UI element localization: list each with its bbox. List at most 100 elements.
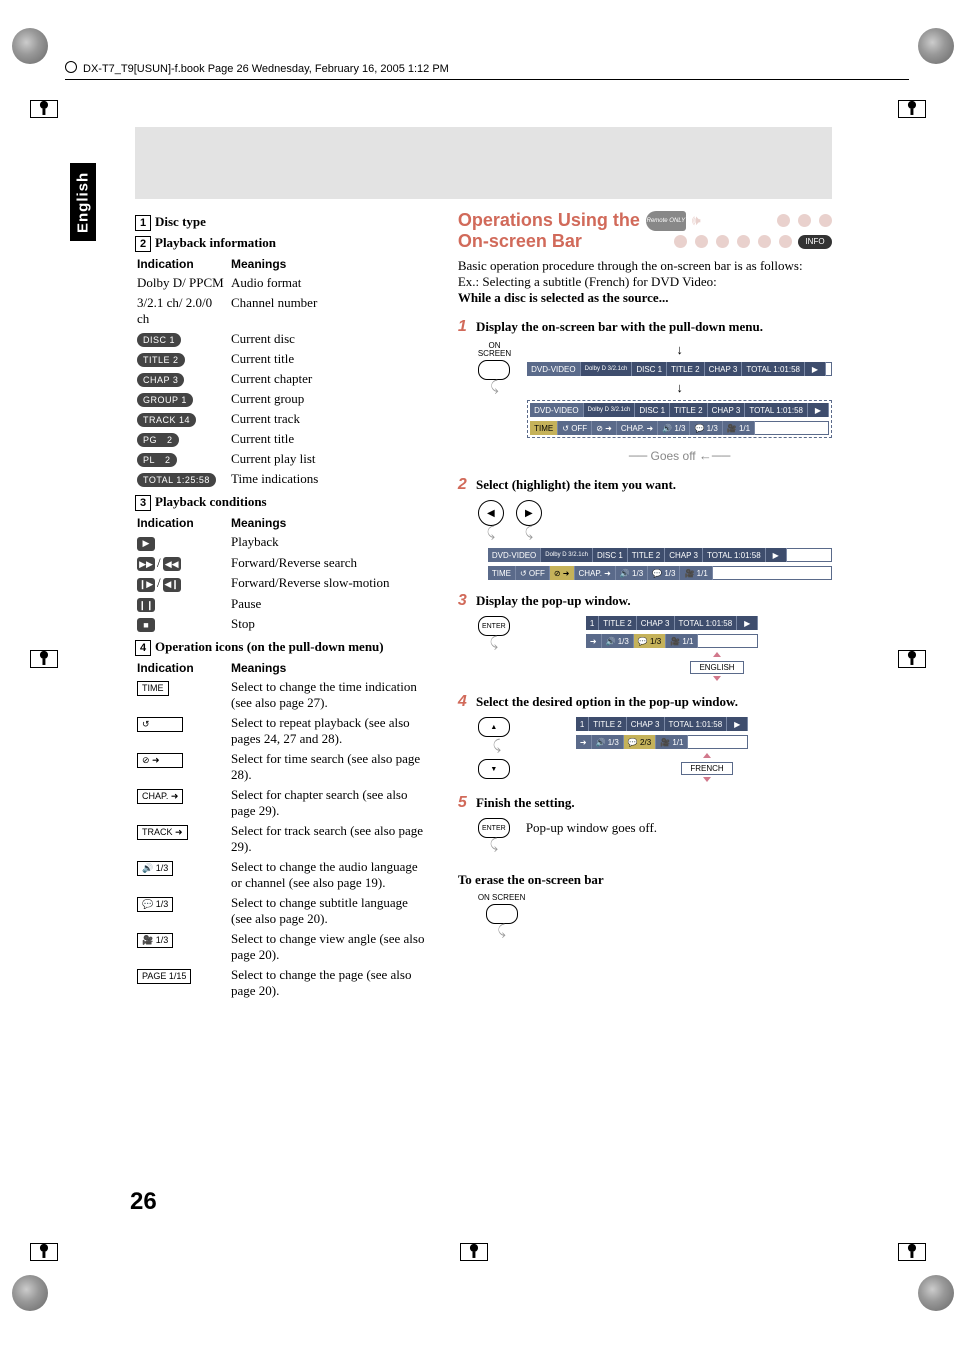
osd-bar-bottom: TIME ↺ OFF ⊘ ➜ CHAP. ➜ 🔊 1/3 💬 1/3 🎥 1/1 <box>530 421 829 435</box>
meaning: Pause <box>231 595 430 614</box>
osd-step3: 1 TITLE 2 CHAP 3 TOTAL 1:01:58 ▶ ➜ 🔊 1/3… <box>586 616 758 681</box>
triangle-up-icon <box>713 652 721 657</box>
osd-bar-bot-short: ➜ 🔊 1/3 💬 1/3 🎥 1/1 <box>586 634 758 648</box>
step-4-diagram: ▲ ⤹ ▼ 1 TITLE 2 CHAP 3 TOTAL 1:01:58 ▶ ➜… <box>478 717 832 782</box>
step-2-diagram: ◀⤹ ▶⤹ <box>478 500 832 542</box>
osd-bar-top: DVD-VIDEO Dolby D 3/2.1ch DISC 1 TITLE 2… <box>488 548 832 562</box>
osd-pill: TRACK 14 <box>137 413 196 427</box>
step-4: 4 Select the desired option in the pop-u… <box>458 693 832 711</box>
step-2: 2 Select (highlight) the item you want. <box>458 476 832 494</box>
cursor-up-button[interactable]: ▲ <box>478 717 510 737</box>
crop-mark: ⬤▮ <box>898 650 926 668</box>
sect-title: Disc type <box>155 214 206 229</box>
tracksearch-icon: TRACK ➜ <box>137 825 188 840</box>
osd-cell: CHAP 3 <box>627 717 665 731</box>
button-shape <box>478 360 510 380</box>
osd-cell: 🔊 1/3 <box>658 421 690 435</box>
enter-button[interactable]: ENTER ⤹ <box>478 616 510 652</box>
osd-cell: TITLE 2 <box>628 548 665 562</box>
heading-line-1: Operations Using the <box>458 210 640 231</box>
dot-decoration <box>588 235 792 248</box>
playback-info-table: IndicationMeanings Dolby D/ PPCMAudio fo… <box>135 254 432 490</box>
popup: FRENCH <box>666 753 748 782</box>
osd-cell: ⊘ ➜ <box>592 421 617 435</box>
cursor-right-button[interactable]: ▶⤹ <box>516 500 542 542</box>
osd-pill: PL2 <box>137 453 177 467</box>
doc-header: DX-T7_T9[USUN]-f.book Page 26 Wednesday,… <box>65 45 909 80</box>
osd-cell: TOTAL 1:01:58 <box>665 717 728 731</box>
osd-cell: CHAP. ➜ <box>575 566 616 580</box>
meaning: Current group <box>231 390 430 408</box>
osd-cell: 💬 1/3 <box>690 421 722 435</box>
sect-title: Playback conditions <box>155 494 267 509</box>
osd-cell: TIME <box>530 421 558 435</box>
page-number: 26 <box>130 1188 157 1216</box>
meaning: Select for time search (see also page 28… <box>231 750 430 784</box>
osd-cell: ➜ <box>576 735 592 749</box>
sect-4-head: 4Operation icons (on the pull-down menu) <box>135 639 432 656</box>
popup: ENGLISH <box>676 652 758 681</box>
meaning: Audio format <box>231 274 430 292</box>
press-motion-icon: ⤹ <box>490 838 498 854</box>
osd-cell: ➜ <box>586 634 602 648</box>
osd-bar-top: DVD-VIDEO Dolby D 3/2.1ch DISC 1 TITLE 2… <box>530 403 829 417</box>
step-1-diagram: ON SCREEN ⤹ ↓ DVD-VIDEO Dolby D 3/2.1ch … <box>478 342 832 464</box>
osd-cell: TITLE 2 <box>667 362 704 376</box>
osd-play-icon: ▶ <box>805 362 826 376</box>
slow-rev-icon: ◀❙ <box>163 578 181 592</box>
right-heading: Operations Using the Remote ONLY 🕪 On-sc… <box>458 210 832 252</box>
osd-pill: GROUP 1 <box>137 393 193 407</box>
page-icon: PAGE 1/15 <box>137 969 191 984</box>
osd-pill: PG2 <box>137 433 179 447</box>
osd-cell: TOTAL 1:01:58 <box>742 362 805 376</box>
onscreen-button[interactable]: ON SCREEN ⤹ <box>478 342 511 396</box>
onscreen-button[interactable]: ON SCREEN ⤹ <box>478 894 526 940</box>
step-title: Finish the setting. <box>476 795 575 810</box>
slash: / <box>155 555 163 570</box>
intro-text-3: While a disc is selected as the source..… <box>458 290 832 306</box>
press-motion-icon: ⤹ <box>490 636 498 652</box>
meaning: Select to change the page (see also page… <box>231 966 430 1000</box>
intro-text-2: Ex.: Selecting a subtitle (French) for D… <box>458 274 832 290</box>
osd-cell: 🔊 1/3 <box>592 735 624 749</box>
osd-cell: DVD-VIDEO <box>530 403 583 417</box>
osd-play-icon: ▶ <box>727 717 748 731</box>
meaning: Current chapter <box>231 370 430 388</box>
col-head: Meanings <box>231 256 430 272</box>
cursor-down-button[interactable]: ▼ <box>478 759 510 779</box>
osd-play-icon: ▶ <box>808 403 829 417</box>
pause-icon: ❙❙ <box>137 598 155 612</box>
doc-header-text: DX-T7_T9[USUN]-f.book Page 26 Wednesday,… <box>83 63 449 75</box>
col-head: Indication <box>137 256 229 272</box>
crop-mark: ⬤▮ <box>30 100 58 118</box>
meaning: Channel number <box>231 294 430 328</box>
audio-icon: 🔊 1/3 <box>137 861 173 876</box>
osd-cell: DISC 1 <box>632 362 667 376</box>
goes-off-label: Goes off <box>651 449 696 463</box>
sect-1-head: 1 Disc type <box>135 214 432 231</box>
sect-num: 1 <box>135 215 151 231</box>
step-number: 2 <box>458 476 467 493</box>
meaning: Select to change view angle (see also pa… <box>231 930 430 964</box>
osd-cell: CHAP 3 <box>708 403 746 417</box>
ff-icon: ▶▶ <box>137 557 155 571</box>
osd-cell: TITLE 2 <box>599 616 636 630</box>
left-column: 1Disc type 2Playback information Indicat… <box>135 210 432 1221</box>
button-label: ON SCREEN <box>478 894 526 902</box>
osd-cell: 🎥 1/1 <box>680 566 712 580</box>
osd-cell: DVD-VIDEO <box>488 548 541 562</box>
osd-play-icon: ▶ <box>766 548 787 562</box>
osd-cell: TIME <box>488 566 516 580</box>
binder-corner-tr <box>918 28 954 64</box>
triangle-up-icon <box>703 753 711 758</box>
sect-3-head: 3Playback conditions <box>135 494 432 511</box>
slash: / <box>155 575 163 590</box>
osd-cell: DISC 1 <box>635 403 670 417</box>
osd-cell: CHAP 3 <box>637 616 675 630</box>
cursor-left-button[interactable]: ◀⤹ <box>478 500 504 542</box>
rew-icon: ◀◀ <box>163 557 181 571</box>
enter-button[interactable]: ENTER ⤹ <box>478 818 510 854</box>
triangle-down-icon <box>703 777 711 782</box>
osd-cell: TITLE 2 <box>670 403 707 417</box>
meaning: Forward/Reverse search <box>231 554 430 573</box>
